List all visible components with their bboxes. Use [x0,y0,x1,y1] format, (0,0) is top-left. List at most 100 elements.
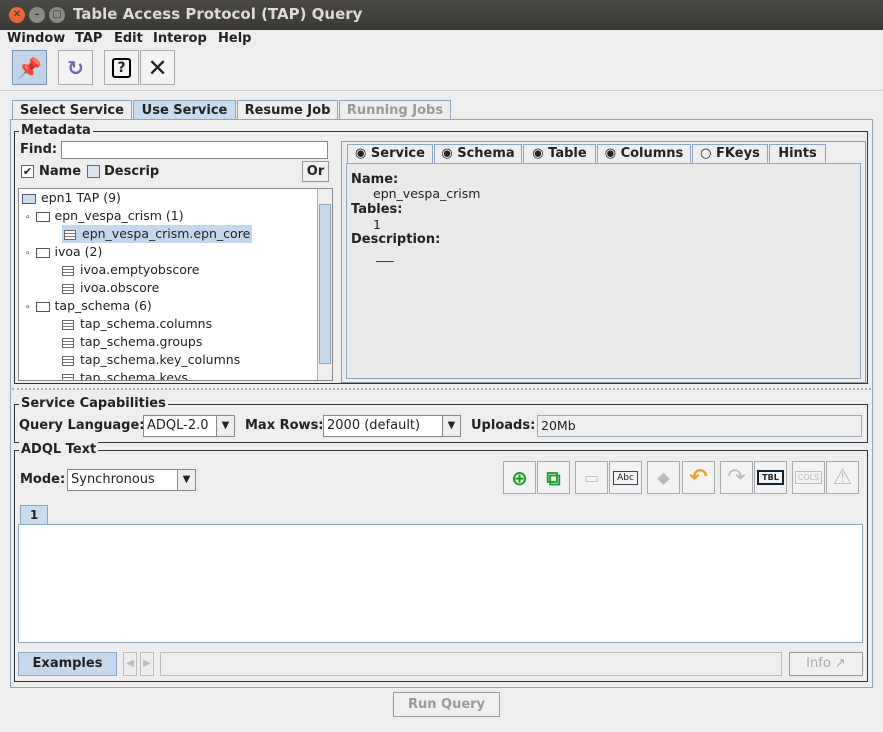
table-icon [62,355,74,366]
max-rows-select[interactable]: 2000 (default) ▼ [323,415,461,437]
tab-select-service[interactable]: Select Service [12,100,132,120]
table-icon [64,229,76,240]
adql-text-input[interactable] [18,524,863,643]
tree-table-selected[interactable]: epn_vespa_crism.epn_core [62,225,253,243]
add-tab-button[interactable]: ⊕ [503,461,536,494]
rename-tab-button[interactable]: Abc [609,461,642,494]
clear-icon: ◆ [657,468,670,487]
add-tab-icon: ⊕ [511,465,528,490]
tree-table[interactable]: ivoa.emptyobscore [62,261,199,279]
max-rows-label: Max Rows: [245,418,324,433]
tab-service[interactable]: ◉ Service [347,144,433,163]
mode-select[interactable]: Synchronous ▼ [67,469,196,491]
reload-button[interactable]: ↻ [58,50,93,85]
menu-interop[interactable]: Interop [153,30,207,47]
window-minimize-button[interactable]: – [29,7,45,23]
next-example-button: ▶ [140,652,154,676]
scrollbar-thumb[interactable] [319,204,331,364]
folder-icon [35,247,50,258]
menu-edit[interactable]: Edit [114,30,143,47]
close-icon: ✕ [147,53,168,82]
tables-count: 1 [373,217,381,232]
tab-schema[interactable]: ◉ Schema [434,144,522,163]
examples-button[interactable]: Examples [18,652,117,676]
tab-use-service[interactable]: Use Service [133,100,236,120]
insert-columns-icon: COLS [794,471,823,484]
table-icon [62,265,74,276]
pin-icon: 📌 [17,55,42,80]
mode-label: Mode: [20,472,66,487]
prev-example-button: ◀ [123,652,137,676]
insert-table-icon: TBL [757,470,784,485]
clear-button: ◆ [647,461,680,494]
copy-tab-button[interactable]: ⧉ [537,461,570,494]
tree-table[interactable]: tap_schema.columns [62,315,212,333]
tree-table[interactable]: ivoa.obscore [62,279,159,297]
help-icon: ? [112,57,131,78]
tab-resume-job[interactable]: Resume Job [237,100,338,120]
name-label: Name: [351,172,399,187]
query-language-select[interactable]: ADQL-2.0 ▼ [143,415,235,437]
find-label: Find: [20,142,58,157]
run-query-button[interactable]: Run Query [393,692,500,717]
insert-table-button[interactable]: TBL [754,461,787,494]
adql-title: ADQL Text [19,442,99,458]
tree-table[interactable]: tap_schema.key_columns [62,351,240,369]
divider [0,90,883,91]
tree-scrollbar[interactable] [317,189,332,380]
uploads-label: Uploads: [471,418,536,433]
descrip-checkbox[interactable] [87,165,100,178]
tree-schema[interactable]: ⚬ epn_vespa_crism (1) [24,207,184,227]
reload-icon: ↻ [67,55,84,80]
folder-icon [35,211,50,222]
menu-bar: Window TAP Edit Interop Help [0,30,883,48]
window-title: Table Access Protocol (TAP) Query [73,5,363,23]
warning-icon: ⚠ [832,465,853,490]
tables-label: Tables: [351,202,403,217]
name-checkbox-label: Name [39,164,82,179]
undo-button[interactable]: ↶ [682,461,715,494]
chevron-down-icon: ▼ [216,416,234,436]
menu-tap[interactable]: TAP [75,30,102,47]
pin-button[interactable]: 📌 [12,50,47,85]
table-icon [62,319,74,330]
rename-tab-icon: Abc [613,470,638,485]
menu-window[interactable]: Window [7,30,65,47]
chevron-down-icon: ▼ [177,470,195,490]
tab-hints[interactable]: Hints [769,144,826,163]
window-maximize-button[interactable]: □ [49,7,65,23]
tab-table[interactable]: ◉ Table [523,144,596,163]
window-close-button[interactable]: ✕ [9,7,25,23]
schema-tree[interactable]: epn1 TAP (9) ⚬ epn_vespa_crism (1) epn_v… [18,188,333,381]
table-icon [62,283,74,294]
tree-schema[interactable]: ⚬ tap_schema (6) [24,297,152,317]
tab-fkeys[interactable]: ○ FKeys [692,144,768,163]
table-icon [62,373,74,380]
folder-icon [35,301,50,312]
external-link-icon: ↗ [834,656,846,671]
remove-tab-button: ▭ [575,461,608,494]
remove-tab-icon: ▭ [583,468,600,487]
schema-name: epn_vespa_crism [373,186,481,201]
tree-table[interactable]: tap_schema.keys [62,369,188,380]
descrip-checkbox-label: Descrip [104,164,160,179]
find-input[interactable] [61,141,328,159]
tree-root[interactable]: epn1 TAP (9) [22,189,121,207]
adql-text-tab[interactable]: 1 [20,505,48,525]
warning-button: ⚠ [826,461,859,494]
title-bar: ✕ – □ Table Access Protocol (TAP) Query [0,0,883,30]
tree-schema[interactable]: ⚬ ivoa (2) [24,243,102,263]
uploads-value: 20Mb [537,415,862,437]
metadata-title: Metadata [19,123,93,139]
tab-running-jobs: Running Jobs [339,100,451,120]
close-button[interactable]: ✕ [140,50,175,85]
tree-table[interactable]: tap_schema.groups [62,333,202,351]
capabilities-title: Service Capabilities [19,396,168,412]
or-button[interactable]: Or [302,161,329,182]
menu-help[interactable]: Help [218,30,251,47]
help-button[interactable]: ? [104,50,139,85]
split-divider[interactable] [12,388,871,390]
chevron-down-icon: ▼ [442,416,460,436]
name-checkbox[interactable]: ✔ [21,165,34,178]
tab-columns[interactable]: ◉ Columns [597,144,691,163]
